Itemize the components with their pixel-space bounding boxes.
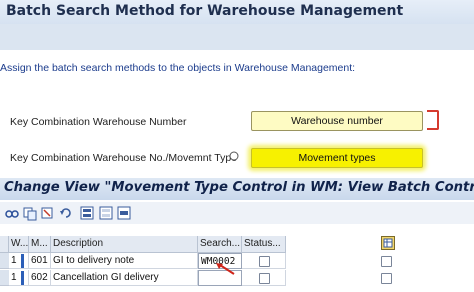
required-bracket-icon (427, 110, 439, 130)
warehouse-number-button[interactable]: Warehouse number (251, 111, 423, 131)
select-block-icon[interactable] (116, 205, 132, 221)
movement-types-button[interactable]: Movement types (251, 148, 423, 168)
header-band (0, 24, 474, 50)
page-title: Batch Search Method for Warehouse Manage… (0, 0, 474, 24)
column-header-status[interactable]: Status... (242, 236, 286, 253)
toolbar (0, 202, 474, 224)
undo-icon[interactable] (58, 205, 74, 221)
row-checkbox[interactable] (381, 256, 392, 267)
column-header-description[interactable]: Description (51, 236, 198, 253)
selection-marker (21, 254, 24, 268)
cell-m: 601 (29, 253, 51, 269)
cell-description: GI to delivery note (51, 253, 198, 269)
cell-m: 602 (29, 270, 51, 286)
delete-icon[interactable] (39, 205, 55, 221)
column-header-w[interactable]: W... (9, 236, 29, 253)
glasses-icon[interactable] (4, 205, 20, 221)
instruction-text: Assign the batch search methods to the o… (0, 62, 356, 74)
deselect-all-icon[interactable] (98, 205, 114, 221)
table-corner (0, 236, 9, 253)
change-view-title: Change View "Movement Type Control in WM… (0, 178, 474, 200)
selection-marker (21, 271, 24, 285)
warehouse-number-label: Key Combination Warehouse Number (10, 116, 187, 128)
column-header-m[interactable]: M... (29, 236, 51, 253)
copy-icon[interactable] (22, 205, 38, 221)
focus-cursor-icon (229, 151, 239, 161)
cell-description: Cancellation GI delivery (51, 270, 198, 286)
row-checkbox[interactable] (381, 273, 392, 284)
data-table: W... M... Description Search... Status..… (0, 236, 474, 292)
status-checkbox[interactable] (259, 256, 270, 267)
status-checkbox[interactable] (259, 273, 270, 284)
row-selector[interactable] (0, 270, 9, 286)
movement-type-label: Key Combination Warehouse No./Movemnt Ty… (10, 152, 238, 164)
row-selector[interactable] (0, 253, 9, 269)
cell-w: 1 (9, 253, 29, 269)
red-arrow-icon (216, 263, 235, 275)
table-settings-icon[interactable] (381, 236, 395, 250)
select-all-icon[interactable] (79, 205, 95, 221)
column-header-search[interactable]: Search... (198, 236, 242, 253)
cell-w: 1 (9, 270, 29, 286)
